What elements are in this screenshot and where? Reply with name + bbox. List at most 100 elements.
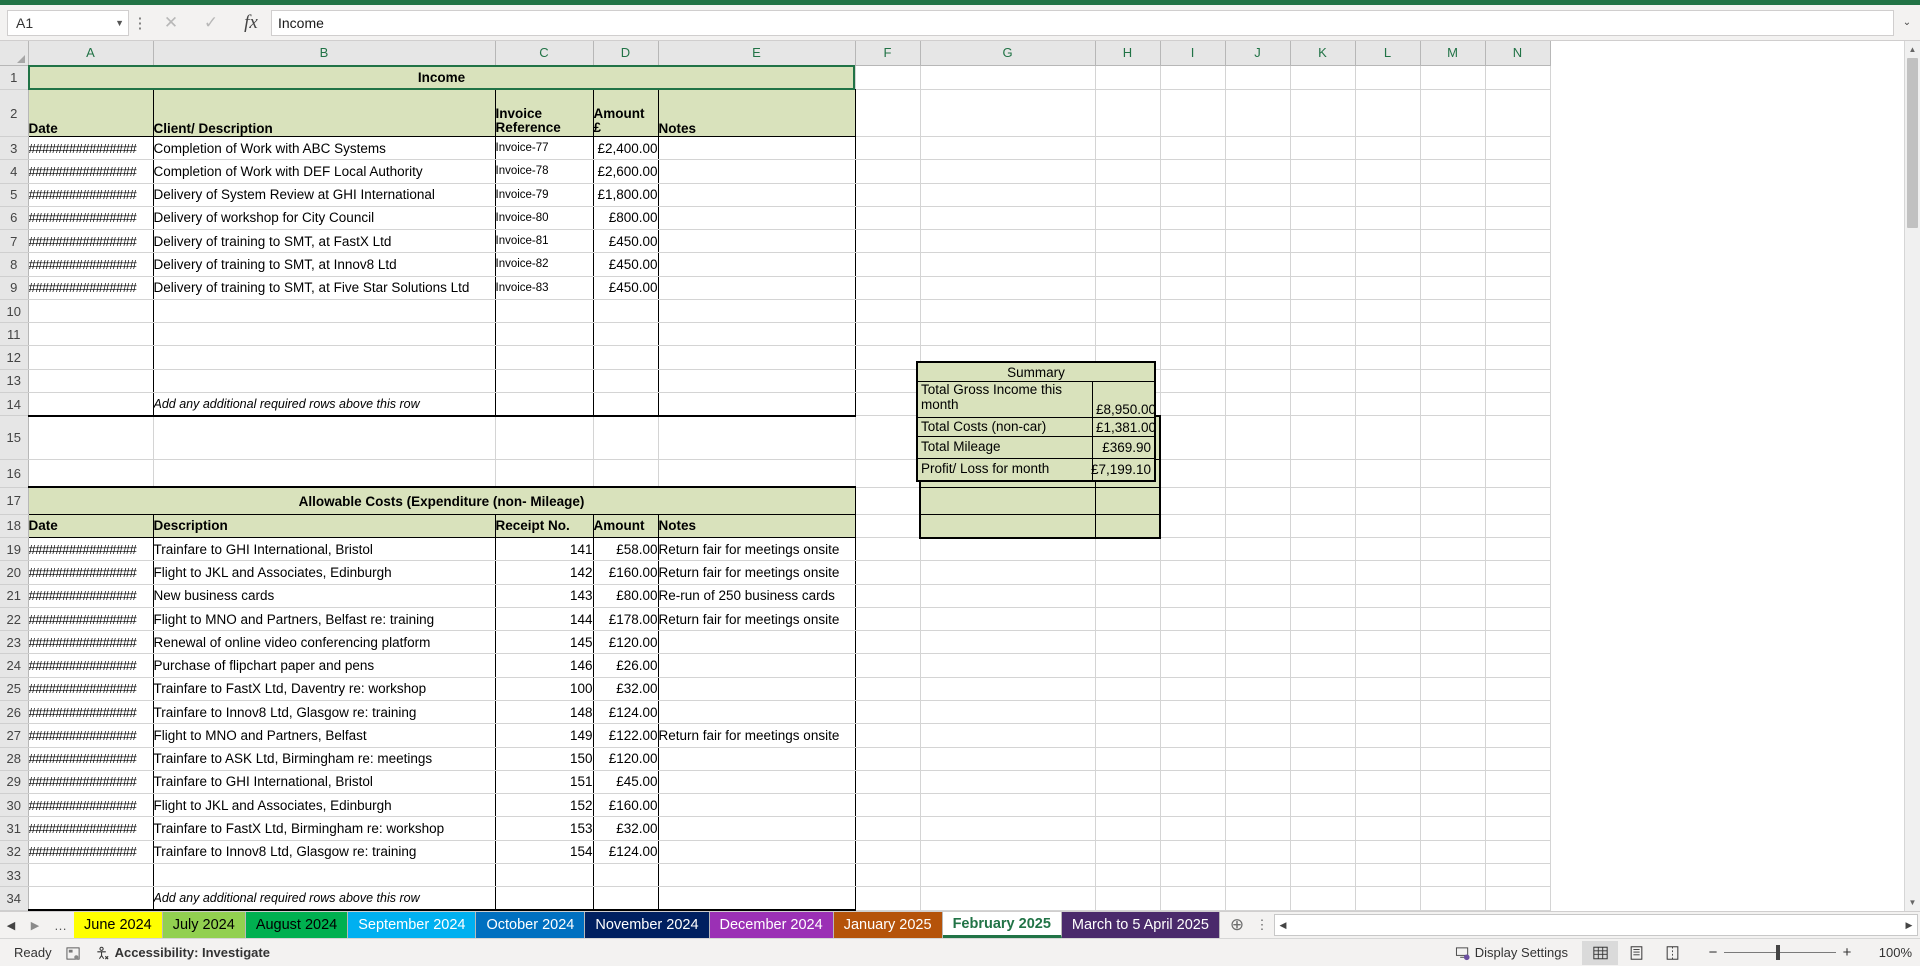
vertical-scrollbar[interactable]: ▲ ▼ [1904,41,1920,911]
sheet-tab-november-2024[interactable]: November 2024 [585,912,710,938]
cell-H21[interactable] [1095,584,1161,608]
cell-N25[interactable] [1485,677,1551,702]
row-header-31[interactable]: 31 [0,816,29,841]
exp-cell-receipt[interactable]: 143 [495,584,594,608]
income-cell-description[interactable]: Delivery of training to SMT, at Innov8 L… [153,252,496,277]
row-header-3[interactable]: 3 [0,136,29,161]
scroll-down-icon[interactable]: ▼ [1905,894,1920,911]
exp-cell-amount[interactable]: £124.00 [593,700,659,725]
exp-cell-receipt[interactable]: 146 [495,653,594,678]
cell-F26[interactable] [855,700,921,725]
cell-N30[interactable] [1485,793,1551,818]
cell-N20[interactable] [1485,560,1551,585]
income-cell-notes[interactable] [658,206,856,231]
exp-cell-receipt[interactable]: 141 [495,537,594,562]
income-cell-amount[interactable] [593,299,659,324]
income-cell-date[interactable] [27,322,154,347]
cell-H32[interactable] [1095,840,1161,864]
sheet-tab-august-2024[interactable]: August 2024 [245,912,349,938]
cell-G19[interactable] [920,537,1096,562]
row-header-9[interactable]: 9 [0,276,29,300]
income-cell-reference[interactable] [495,299,594,324]
cell-F12[interactable] [855,345,921,370]
cell-N9[interactable] [1485,276,1551,300]
cell-H9[interactable] [1095,276,1161,300]
cell-H8[interactable] [1095,252,1161,277]
exp-cell-description[interactable]: Trainfare to Innov8 Ltd, Glasgow re: tra… [153,700,496,725]
cell-K25[interactable] [1290,677,1356,702]
exp-cell-amount[interactable]: £160.00 [593,793,659,818]
cell-M10[interactable] [1420,299,1486,324]
exp-cell-notes[interactable]: Return fair for meetings onsite [658,537,856,562]
cell-I23[interactable] [1160,630,1226,655]
row-header-6[interactable]: 6 [0,206,29,231]
cell-I4[interactable] [1160,159,1226,184]
cell-I27[interactable] [1160,723,1226,748]
cancel-x-icon[interactable]: ✕ [151,8,191,38]
row-header-7[interactable]: 7 [0,229,29,254]
income-cell-description[interactable]: Delivery of workshop for City Council [153,206,496,231]
cell-I30[interactable] [1160,793,1226,818]
cell-M20[interactable] [1420,560,1486,585]
cell-H31[interactable] [1095,816,1161,841]
summary-row-4-label-cell[interactable] [919,514,1095,539]
exp-cell-description[interactable]: Renewal of online video conferencing pla… [153,630,496,655]
income-cell-date[interactable]: ################ [27,159,154,184]
cell-I10[interactable] [1160,299,1226,324]
cell-K14[interactable] [1290,392,1356,417]
cell-L12[interactable] [1355,345,1421,370]
row-header-14[interactable]: 14 [0,392,29,417]
cell-M15[interactable] [1420,415,1486,461]
exp-cell-amount[interactable]: £58.00 [593,537,659,562]
expenditure-footer-note[interactable]: Add any additional required rows above t… [153,886,496,911]
cell-I22[interactable] [1160,607,1226,632]
cell-G31[interactable] [920,816,1096,841]
exp-header-amount[interactable]: Amount [593,514,659,539]
cell-K29[interactable] [1290,770,1356,795]
cell-J9[interactable] [1225,276,1291,300]
vertical-scroll-thumb[interactable] [1907,58,1918,228]
cell-K4[interactable] [1290,159,1356,184]
cell-I12[interactable] [1160,345,1226,370]
cell-F19[interactable] [855,537,921,562]
exp-cell-receipt[interactable]: 145 [495,630,594,655]
exp-cell-notes[interactable] [658,816,856,841]
zoom-slider-track[interactable] [1724,945,1836,960]
cell-J15[interactable] [1225,415,1291,461]
cell-N1[interactable] [1485,65,1551,91]
exp-cell-notes[interactable]: Return fair for meetings onsite [658,560,856,585]
cell-H6[interactable] [1095,206,1161,231]
exp-cell-receipt[interactable]: 100 [495,677,594,702]
exp-cell-notes[interactable] [658,677,856,702]
row-header-25[interactable]: 25 [0,677,29,702]
cell-F27[interactable] [855,723,921,748]
cell-N4[interactable] [1485,159,1551,184]
cell-M3[interactable] [1420,136,1486,161]
income-header-amount[interactable]: Amount £ [593,89,659,138]
cell-G21[interactable] [920,584,1096,608]
exp-cell-amount[interactable]: £120.00 [593,747,659,771]
scroll-up-icon[interactable]: ▲ [1905,41,1920,58]
exp-cell-amount[interactable]: £26.00 [593,653,659,678]
income-header-date[interactable]: Date [27,89,154,138]
cell-K6[interactable] [1290,206,1356,231]
row-header-30[interactable]: 30 [0,793,29,818]
cell-J24[interactable] [1225,653,1291,678]
cell-M32[interactable] [1420,840,1486,864]
exp-cell-date[interactable]: ################ [27,816,154,841]
chevron-down-icon[interactable]: ▼ [115,18,124,28]
cell-F3[interactable] [855,136,921,161]
exp-cell-amount[interactable]: £178.00 [593,607,659,632]
cell-M22[interactable] [1420,607,1486,632]
exp-cell-date[interactable]: ################ [27,747,154,771]
cell-I6[interactable] [1160,206,1226,231]
cell-I32[interactable] [1160,840,1226,864]
cell-E14[interactable] [658,392,856,417]
check-icon[interactable]: ✓ [191,8,231,38]
cell-L9[interactable] [1355,276,1421,300]
normal-view-icon[interactable] [1582,940,1618,965]
exp-cell-amount[interactable]: £124.00 [593,840,659,864]
cell-M24[interactable] [1420,653,1486,678]
column-header-I[interactable]: I [1160,41,1226,66]
cell-L16[interactable] [1355,460,1421,488]
